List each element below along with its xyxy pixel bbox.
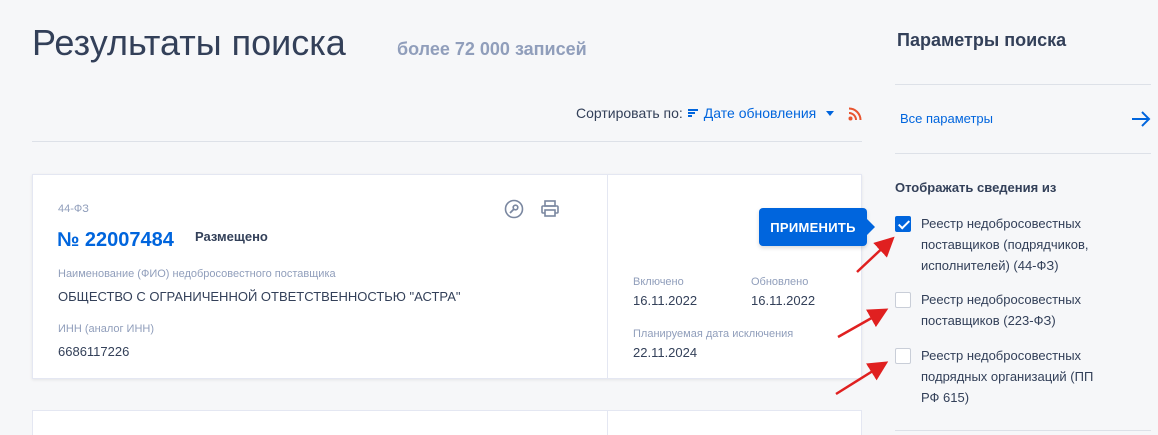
registry-card <box>32 410 862 435</box>
sort-label: Сортировать по: <box>576 105 683 121</box>
supplier-label: Наименование (ФИО) недобросовестного пос… <box>58 268 336 280</box>
divider <box>32 141 862 142</box>
status-badge: Размещено <box>195 229 268 244</box>
law-tag: 44-ФЗ <box>58 203 89 215</box>
print-icon[interactable] <box>540 199 560 219</box>
inn-value: 6686117226 <box>58 344 130 359</box>
checkbox-223fz[interactable] <box>895 292 911 308</box>
supplier-value: ОБЩЕСТВО С ОГРАНИЧЕННОЙ ОТВЕТСТВЕННОСТЬЮ… <box>58 289 461 304</box>
option-pp615[interactable]: Реестр недобросовестных подрядных органи… <box>895 348 1101 408</box>
included-value: 16.11.2022 <box>633 293 698 308</box>
apply-button[interactable]: ПРИМЕНИТЬ <box>759 208 875 246</box>
page-title: Результаты поиска <box>32 22 346 63</box>
checkbox-pp615[interactable] <box>895 348 911 364</box>
panel-title: Параметры поиска <box>897 30 1067 50</box>
sort-value: Дате обновления <box>703 105 817 121</box>
sort-lines-icon <box>687 108 698 118</box>
section-title: Отображать сведения из <box>895 180 1057 195</box>
record-count: более 72 000 записей <box>397 39 587 59</box>
included-label: Включено <box>633 276 684 288</box>
exclusion-label: Планируемая дата исключения <box>633 328 794 340</box>
option-label: Реестр недобросовестных поставщиков (под… <box>921 216 1089 273</box>
option-label: Реестр недобросовестных подрядных органи… <box>921 348 1094 405</box>
updated-value: 16.11.2022 <box>751 293 816 308</box>
key-icon[interactable] <box>504 199 524 219</box>
card-divider <box>607 411 608 435</box>
sort-bar: Сортировать по: Дате обновления <box>576 105 835 121</box>
divider <box>895 430 1151 431</box>
option-223fz[interactable]: Реестр недобросовестных поставщиков (223… <box>895 292 1101 331</box>
card-divider <box>607 175 608 378</box>
registry-card: 44-ФЗ № 22007484 Размещено Наименование … <box>32 174 862 379</box>
updated-label: Обновлено <box>751 276 809 288</box>
sort-dropdown[interactable]: Дате обновления <box>703 105 835 121</box>
registry-number-link[interactable]: № 22007484 <box>57 229 174 252</box>
divider <box>895 84 1151 85</box>
exclusion-value: 22.11.2024 <box>633 345 698 360</box>
inn-label: ИНН (аналог ИНН) <box>58 323 155 335</box>
divider <box>895 153 1151 154</box>
chevron-down-icon <box>826 110 835 116</box>
rss-icon[interactable] <box>848 107 862 121</box>
all-params-link[interactable]: Все параметры <box>900 111 993 126</box>
arrow-right-icon[interactable] <box>1131 110 1151 128</box>
checkbox-44fz[interactable] <box>895 216 911 232</box>
option-44fz[interactable]: Реестр недобросовестных поставщиков (под… <box>895 216 1101 276</box>
option-label: Реестр недобросовестных поставщиков (223… <box>921 292 1082 328</box>
